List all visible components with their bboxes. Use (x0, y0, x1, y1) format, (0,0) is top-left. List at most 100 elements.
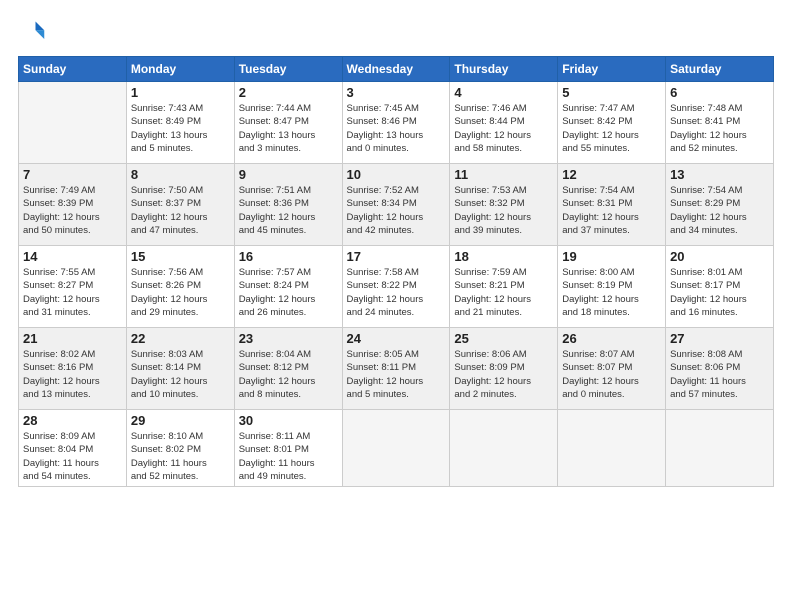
day-info: Sunrise: 7:58 AMSunset: 8:22 PMDaylight:… (347, 266, 446, 319)
day-number: 12 (562, 167, 661, 182)
calendar-cell: 8Sunrise: 7:50 AMSunset: 8:37 PMDaylight… (126, 164, 234, 246)
calendar-cell (450, 410, 558, 487)
day-number: 21 (23, 331, 122, 346)
calendar-cell: 15 Sunrise: 7:56 AMSunset: 8:26 PMDayligh… (126, 246, 234, 328)
col-header-monday: Monday (126, 57, 234, 82)
col-header-saturday: Saturday (666, 57, 774, 82)
calendar-cell: 6 Sunrise: 7:48 AMSunset: 8:41 PMDaylight… (666, 82, 774, 164)
calendar-cell: 13 Sunrise: 7:54 AMSunset: 8:29 PMDayligh… (666, 164, 774, 246)
day-info: Sunrise: 7:57 AMSunset: 8:24 PMDaylight:… (239, 266, 338, 319)
day-info: Sunrise: 8:06 AMSunset: 8:09 PMDaylight:… (454, 348, 553, 401)
day-info: Sunrise: 7:45 AMSunset: 8:46 PMDaylight:… (347, 102, 446, 155)
day-number: 5 (562, 85, 661, 100)
col-header-tuesday: Tuesday (234, 57, 342, 82)
day-info: Sunrise: 7:52 AMSunset: 8:34 PMDaylight:… (347, 184, 446, 237)
calendar-cell: 2 Sunrise: 7:44 AMSunset: 8:47 PMDaylight… (234, 82, 342, 164)
calendar-cell (342, 410, 450, 487)
day-info: Sunrise: 8:11 AMSunset: 8:01 PMDaylight:… (239, 430, 338, 483)
day-info: Sunrise: 8:05 AMSunset: 8:11 PMDaylight:… (347, 348, 446, 401)
day-info: Sunrise: 8:09 AMSunset: 8:04 PMDaylight:… (23, 430, 122, 483)
day-number: 4 (454, 85, 553, 100)
day-number: 27 (670, 331, 769, 346)
day-number: 1 (131, 85, 230, 100)
calendar-cell: 9 Sunrise: 7:51 AMSunset: 8:36 PMDaylight… (234, 164, 342, 246)
day-info: Sunrise: 7:46 AMSunset: 8:44 PMDaylight:… (454, 102, 553, 155)
calendar-cell: 10 Sunrise: 7:52 AMSunset: 8:34 PMDayligh… (342, 164, 450, 246)
day-number: 19 (562, 249, 661, 264)
calendar-cell: 20Sunrise: 8:01 AMSunset: 8:17 PMDayligh… (666, 246, 774, 328)
day-number: 26 (562, 331, 661, 346)
day-number: 2 (239, 85, 338, 100)
day-number: 17 (347, 249, 446, 264)
day-number: 28 (23, 413, 122, 428)
day-info: Sunrise: 7:54 AMSunset: 8:31 PMDaylight:… (562, 184, 661, 237)
calendar-cell: 25Sunrise: 8:06 AMSunset: 8:09 PMDayligh… (450, 328, 558, 410)
calendar-table: SundayMondayTuesdayWednesdayThursdayFrid… (18, 56, 774, 487)
calendar-row-1: 7Sunrise: 7:49 AMSunset: 8:39 PMDaylight… (19, 164, 774, 246)
day-info: Sunrise: 8:08 AMSunset: 8:06 PMDaylight:… (670, 348, 769, 401)
day-number: 23 (239, 331, 338, 346)
calendar-cell: 1 Sunrise: 7:43 AMSunset: 8:49 PMDaylight… (126, 82, 234, 164)
page: SundayMondayTuesdayWednesdayThursdayFrid… (0, 0, 792, 612)
calendar-cell: 23 Sunrise: 8:04 AMSunset: 8:12 PMDayligh… (234, 328, 342, 410)
col-header-thursday: Thursday (450, 57, 558, 82)
day-info: Sunrise: 7:55 AMSunset: 8:27 PMDaylight:… (23, 266, 122, 319)
day-info: Sunrise: 7:48 AMSunset: 8:41 PMDaylight:… (670, 102, 769, 155)
calendar-header-row: SundayMondayTuesdayWednesdayThursdayFrid… (19, 57, 774, 82)
calendar-cell: 22 Sunrise: 8:03 AMSunset: 8:14 PMDayligh… (126, 328, 234, 410)
day-number: 29 (131, 413, 230, 428)
day-number: 15 (131, 249, 230, 264)
day-number: 18 (454, 249, 553, 264)
day-number: 3 (347, 85, 446, 100)
day-info: Sunrise: 8:03 AMSunset: 8:14 PMDaylight:… (131, 348, 230, 401)
day-info: Sunrise: 8:00 AMSunset: 8:19 PMDaylight:… (562, 266, 661, 319)
calendar-cell: 11Sunrise: 7:53 AMSunset: 8:32 PMDayligh… (450, 164, 558, 246)
day-number: 16 (239, 249, 338, 264)
day-info: Sunrise: 7:56 AMSunset: 8:26 PMDaylight:… (131, 266, 230, 319)
calendar-cell: 30Sunrise: 8:11 AMSunset: 8:01 PMDayligh… (234, 410, 342, 487)
calendar-cell: 14 Sunrise: 7:55 AMSunset: 8:27 PMDayligh… (19, 246, 127, 328)
calendar-cell: 17 Sunrise: 7:58 AMSunset: 8:22 PMDayligh… (342, 246, 450, 328)
day-number: 10 (347, 167, 446, 182)
calendar-row-2: 14 Sunrise: 7:55 AMSunset: 8:27 PMDayligh… (19, 246, 774, 328)
day-info: Sunrise: 8:10 AMSunset: 8:02 PMDaylight:… (131, 430, 230, 483)
day-number: 8 (131, 167, 230, 182)
calendar-cell: 21Sunrise: 8:02 AMSunset: 8:16 PMDayligh… (19, 328, 127, 410)
calendar-cell: 3 Sunrise: 7:45 AMSunset: 8:46 PMDaylight… (342, 82, 450, 164)
day-info: Sunrise: 7:43 AMSunset: 8:49 PMDaylight:… (131, 102, 230, 155)
calendar-cell: 4 Sunrise: 7:46 AMSunset: 8:44 PMDaylight… (450, 82, 558, 164)
day-number: 22 (131, 331, 230, 346)
day-number: 24 (347, 331, 446, 346)
day-info: Sunrise: 7:59 AMSunset: 8:21 PMDaylight:… (454, 266, 553, 319)
day-number: 14 (23, 249, 122, 264)
calendar-cell: 29 Sunrise: 8:10 AMSunset: 8:02 PMDayligh… (126, 410, 234, 487)
calendar-cell: 16 Sunrise: 7:57 AMSunset: 8:24 PMDayligh… (234, 246, 342, 328)
col-header-wednesday: Wednesday (342, 57, 450, 82)
logo-icon (18, 18, 46, 46)
calendar-cell: 24 Sunrise: 8:05 AMSunset: 8:11 PMDayligh… (342, 328, 450, 410)
logo (18, 18, 50, 46)
calendar-cell (558, 410, 666, 487)
day-info: Sunrise: 7:51 AMSunset: 8:36 PMDaylight:… (239, 184, 338, 237)
calendar-cell: 28 Sunrise: 8:09 AMSunset: 8:04 PMDayligh… (19, 410, 127, 487)
day-number: 7 (23, 167, 122, 182)
calendar-cell: 19 Sunrise: 8:00 AMSunset: 8:19 PMDayligh… (558, 246, 666, 328)
day-number: 6 (670, 85, 769, 100)
calendar-cell (19, 82, 127, 164)
day-info: Sunrise: 8:04 AMSunset: 8:12 PMDaylight:… (239, 348, 338, 401)
calendar-cell (666, 410, 774, 487)
calendar-cell: 5 Sunrise: 7:47 AMSunset: 8:42 PMDaylight… (558, 82, 666, 164)
day-info: Sunrise: 7:44 AMSunset: 8:47 PMDaylight:… (239, 102, 338, 155)
calendar-row-4: 28 Sunrise: 8:09 AMSunset: 8:04 PMDayligh… (19, 410, 774, 487)
day-number: 9 (239, 167, 338, 182)
day-info: Sunrise: 8:01 AMSunset: 8:17 PMDaylight:… (670, 266, 769, 319)
day-info: Sunrise: 7:47 AMSunset: 8:42 PMDaylight:… (562, 102, 661, 155)
calendar-cell: 7Sunrise: 7:49 AMSunset: 8:39 PMDaylight… (19, 164, 127, 246)
day-number: 13 (670, 167, 769, 182)
calendar-cell: 26Sunrise: 8:07 AMSunset: 8:07 PMDayligh… (558, 328, 666, 410)
calendar-cell: 18 Sunrise: 7:59 AMSunset: 8:21 PMDayligh… (450, 246, 558, 328)
day-info: Sunrise: 7:54 AMSunset: 8:29 PMDaylight:… (670, 184, 769, 237)
col-header-friday: Friday (558, 57, 666, 82)
calendar-row-0: 1 Sunrise: 7:43 AMSunset: 8:49 PMDaylight… (19, 82, 774, 164)
day-number: 11 (454, 167, 553, 182)
